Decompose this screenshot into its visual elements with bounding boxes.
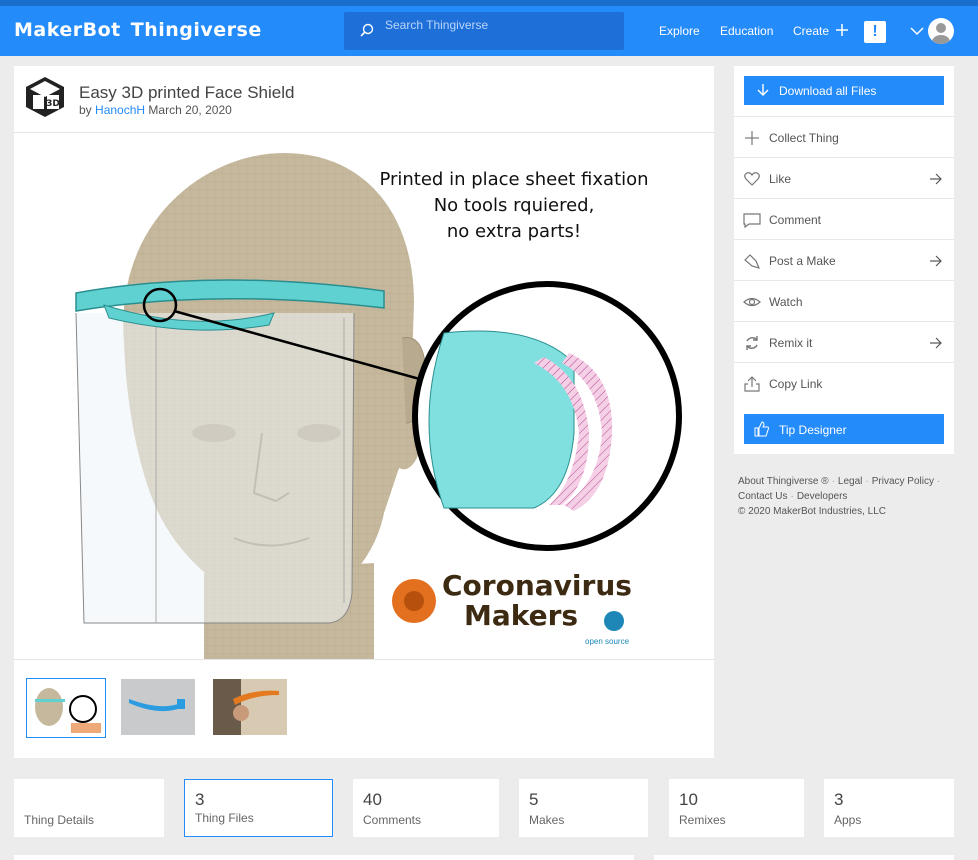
site-logo[interactable]: MakerBot Thingiverse: [14, 19, 262, 41]
tab-label: Makes: [529, 813, 565, 827]
tip-label: Tip Designer: [779, 423, 847, 437]
by-label: by: [79, 103, 92, 117]
action-collect-thing[interactable]: Collect Thing: [734, 116, 954, 157]
thumbnail-image: [213, 679, 287, 735]
arrow-right-icon[interactable]: [929, 336, 943, 350]
download-all-files-button[interactable]: Download all Files: [744, 76, 944, 105]
footer-link-about[interactable]: About Thingiverse ®: [738, 476, 829, 487]
action-watch[interactable]: Watch: [734, 280, 954, 321]
plus-icon: [745, 131, 759, 145]
share-icon: [744, 376, 760, 392]
tab-label: Remixes: [679, 813, 726, 827]
tab-label: Comments: [363, 813, 422, 827]
author-link[interactable]: HanochH: [95, 103, 145, 117]
byline: by HanochH March 20, 2020: [79, 103, 232, 117]
footer-link-privacy[interactable]: Privacy Policy: [872, 476, 934, 487]
side-panel-top: [654, 855, 954, 860]
action-label: Like: [769, 172, 792, 186]
hero-caption: Printed in place sheet fixation No tools…: [349, 167, 679, 245]
download-label: Download all Files: [779, 84, 877, 98]
hero-caption-line: Printed in place sheet fixation: [379, 169, 649, 190]
tab-remixes[interactable]: 10 Remixes: [669, 779, 804, 837]
action-copy-link[interactable]: Copy Link: [734, 362, 954, 403]
tab-thing-details[interactable]: Thing Details: [14, 779, 164, 837]
tab-count: 3: [834, 790, 844, 809]
nav-education[interactable]: Education: [720, 24, 773, 38]
action-label: Collect Thing: [769, 131, 839, 145]
footer-link-developers[interactable]: Developers: [797, 491, 848, 502]
copyright: © 2020 MakerBot Industries, LLC: [738, 506, 886, 517]
action-label: Watch: [769, 295, 803, 309]
heart-icon: [744, 172, 760, 186]
arrow-right-icon[interactable]: [929, 172, 943, 186]
action-remix-it[interactable]: Remix it: [734, 321, 954, 362]
creator-logo[interactable]: 3D: [24, 76, 66, 118]
thumbs-up-icon: [754, 421, 769, 437]
remix-icon: [746, 336, 758, 350]
tab-label: Thing Files: [195, 811, 254, 825]
thing-actions-sidebar: Download all Files Collect Thing Like Comm…: [734, 66, 954, 454]
action-label: Post a Make: [769, 254, 836, 268]
action-label: Comment: [769, 213, 822, 227]
thumbnail-3[interactable]: [213, 679, 287, 737]
thumbnail-image: [29, 681, 103, 735]
thumbnail-2[interactable]: [121, 679, 195, 737]
tab-count: 3: [195, 790, 205, 809]
hero-caption-line: No tools rquiered,: [433, 195, 595, 216]
coronavirus-makers-logo: Coronavirus Makers: [442, 571, 632, 631]
thing-main-card: 3D Easy 3D printed Face Shield by Hanoch…: [14, 66, 714, 758]
arrow-right-icon[interactable]: [929, 254, 943, 268]
brand-line: Makers: [464, 599, 579, 632]
tab-count: 5: [529, 790, 539, 809]
tab-count: 10: [679, 790, 698, 809]
tip-designer-button[interactable]: Tip Designer: [744, 414, 944, 444]
svg-text:3D: 3D: [46, 99, 60, 109]
tab-makes[interactable]: 5 Makes: [519, 779, 648, 837]
avatar[interactable]: [928, 18, 954, 44]
thumbnail-1[interactable]: [26, 678, 106, 738]
hero-caption-line: no extra parts!: [446, 221, 582, 242]
search-input[interactable]: Search Thingiverse: [344, 12, 624, 50]
user-icon: [932, 23, 950, 44]
comment-icon: [743, 213, 761, 229]
eye-icon: [743, 297, 761, 307]
brand-subtitle: open source: [585, 637, 630, 646]
tab-thing-files[interactable]: 3 Thing Files: [184, 779, 333, 837]
content-panel-top: [14, 855, 634, 860]
top-navbar: MakerBot Thingiverse Search Thingiverse E…: [0, 0, 978, 56]
plus-icon[interactable]: [835, 23, 849, 37]
thingiverse-wordmark: Thingiverse: [130, 19, 262, 41]
action-label: Remix it: [769, 336, 813, 350]
thumbnail-image: [121, 679, 195, 735]
hero-image[interactable]: Printed in place sheet fixation No tools…: [14, 132, 714, 660]
tab-label: Thing Details: [24, 813, 95, 827]
brand-line: Coronavirus: [442, 569, 632, 602]
search-placeholder: Search Thingiverse: [385, 18, 489, 32]
tab-apps[interactable]: 3 Apps: [824, 779, 954, 837]
publish-date: March 20, 2020: [148, 103, 232, 117]
nav-create[interactable]: Create: [793, 24, 829, 38]
action-post-a-make[interactable]: Post a Make: [734, 239, 954, 280]
search-icon: [360, 23, 374, 37]
page-title: Easy 3D printed Face Shield: [79, 83, 295, 102]
tab-count: 40: [363, 790, 382, 809]
chevron-down-icon[interactable]: [910, 26, 924, 36]
action-comment[interactable]: Comment: [734, 198, 954, 239]
tab-label: Apps: [834, 813, 862, 827]
makerbot-wordmark: MakerBot: [14, 19, 121, 41]
footer-links: About Thingiverse ® · Legal · Privacy Policy…: [738, 474, 958, 519]
download-icon: [757, 84, 769, 96]
footer-link-contact[interactable]: Contact Us: [738, 491, 787, 502]
footer-link-legal[interactable]: Legal: [838, 476, 862, 487]
alert-icon[interactable]: !: [864, 21, 886, 43]
tab-comments[interactable]: 40 Comments: [353, 779, 499, 837]
nav-explore[interactable]: Explore: [659, 24, 700, 38]
action-label: Copy Link: [769, 377, 823, 391]
action-like[interactable]: Like: [734, 157, 954, 198]
hand-icon: [744, 254, 761, 269]
